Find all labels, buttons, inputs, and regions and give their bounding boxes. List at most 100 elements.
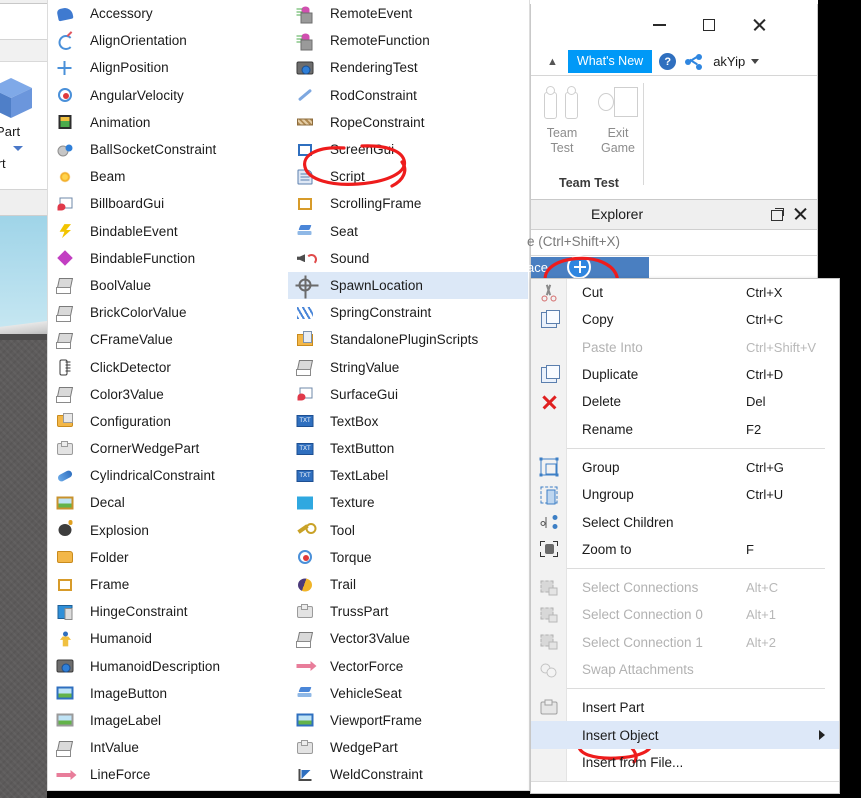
maximize-button[interactable] (689, 12, 729, 38)
object-list-item[interactable]: TrussPart (288, 598, 528, 625)
object-list-item[interactable]: WorldModel (288, 788, 528, 790)
object-list-item[interactable]: LocalScript (48, 788, 288, 790)
object-list-item[interactable]: VectorForce (288, 653, 528, 680)
context-menu-item[interactable]: Duplicate Ctrl+D (531, 361, 839, 388)
context-menu-item[interactable]: Copy Ctrl+C (531, 306, 839, 333)
context-menu-item[interactable]: Cut Ctrl+X (531, 279, 839, 306)
object-list-item[interactable]: HingeConstraint (48, 598, 288, 625)
chevron-down-icon[interactable] (751, 59, 760, 64)
object-list-item[interactable]: Script (288, 163, 528, 190)
object-list-item[interactable]: WeldConstraint (288, 761, 528, 788)
object-list-item[interactable]: AlignOrientation (48, 27, 288, 54)
object-list-item[interactable]: BindableEvent (48, 218, 288, 245)
object-list-item[interactable]: Animation (48, 109, 288, 136)
object-list-item[interactable]: BillboardGui (48, 190, 288, 217)
image-button-icon (54, 684, 76, 702)
context-menu-item[interactable]: Zoom to F (531, 536, 839, 563)
chevron-down-icon[interactable] (13, 146, 23, 151)
object-list-item[interactable]: RopeConstraint (288, 109, 528, 136)
object-list-item[interactable]: ViewportFrame (288, 707, 528, 734)
explorer-selected-row[interactable]: ace (527, 255, 649, 279)
help-circle-icon[interactable]: ? (659, 53, 677, 70)
object-list-item[interactable]: CFrameValue (48, 326, 288, 353)
object-list-item[interactable]: StringValue (288, 353, 528, 380)
close-button[interactable] (739, 12, 779, 38)
object-list-item[interactable]: Trail (288, 571, 528, 598)
minimize-button[interactable] (639, 12, 679, 38)
object-list-item[interactable]: ClickDetector (48, 353, 288, 380)
object-list-item[interactable]: CylindricalConstraint (48, 462, 288, 489)
whats-new-button[interactable]: What's New (567, 49, 653, 74)
object-list-item[interactable]: Tool (288, 517, 528, 544)
object-list-item[interactable]: RodConstraint (288, 82, 528, 109)
context-menu-item[interactable]: Insert Object (531, 721, 839, 749)
vector3-value-icon (294, 630, 316, 648)
team-test-button[interactable]: Team Test (535, 82, 589, 156)
object-list-item[interactable]: ImageButton (48, 680, 288, 707)
object-list-item[interactable]: AlignPosition (48, 54, 288, 81)
object-list-item[interactable]: Color3Value (48, 381, 288, 408)
object-list-item[interactable]: StandalonePluginScripts (288, 326, 528, 353)
object-list-item[interactable]: Beam (48, 163, 288, 190)
object-list-item[interactable]: Torque (288, 544, 528, 571)
object-list-item[interactable]: IntValue (48, 734, 288, 761)
viewport-3d[interactable] (0, 216, 47, 798)
object-list-item[interactable]: Accessory (48, 0, 288, 27)
object-list-item[interactable]: Texture (288, 489, 528, 516)
account-name[interactable]: akYip (713, 54, 745, 69)
remote-function-icon (294, 32, 316, 51)
object-list-item[interactable]: TXT TextBox (288, 408, 528, 435)
object-list-item[interactable]: HumanoidDescription (48, 653, 288, 680)
object-list-item-label: AngularVelocity (90, 87, 184, 103)
object-list-item[interactable]: ScrollingFrame (288, 190, 528, 217)
object-list-item[interactable]: ImageLabel (48, 707, 288, 734)
share-icon[interactable] (685, 54, 703, 70)
context-menu-item[interactable]: Group Ctrl+G (531, 454, 839, 481)
object-list-item[interactable]: BindableFunction (48, 245, 288, 272)
plus-circle-icon[interactable] (567, 255, 591, 279)
context-menu[interactable]: Cut Ctrl+X Copy Ctrl+C Paste Into Ctrl+Shift+… (530, 278, 840, 794)
object-list-item[interactable]: TXT TextButton (288, 435, 528, 462)
object-list-item[interactable]: ScreenGui (288, 136, 528, 163)
object-list-item[interactable]: Humanoid (48, 625, 288, 652)
object-list-item[interactable]: AngularVelocity (48, 82, 288, 109)
object-list-item[interactable]: SpringConstraint (288, 299, 528, 326)
object-list-item-label: Trail (330, 577, 356, 593)
object-list-item[interactable]: Explosion (48, 517, 288, 544)
context-menu-item[interactable]: Rename F2 (531, 415, 839, 442)
insert-part-ribbon-button[interactable]: Part sert (0, 62, 47, 190)
object-list-item[interactable]: BoolValue (48, 272, 288, 299)
object-list-item[interactable]: BrickColorValue (48, 299, 288, 326)
object-list-item[interactable]: Sound (288, 245, 528, 272)
object-list-item[interactable]: Configuration (48, 408, 288, 435)
object-list-item[interactable]: BallSocketConstraint (48, 136, 288, 163)
restore-window-icon[interactable] (771, 208, 784, 221)
object-list-item-label: BallSocketConstraint (90, 142, 217, 158)
object-list-item[interactable]: Decal (48, 489, 288, 516)
object-list-item[interactable]: RenderingTest (288, 54, 528, 81)
object-list-item[interactable]: SurfaceGui (288, 381, 528, 408)
context-menu-item[interactable]: Select Children (531, 508, 839, 535)
chevron-up-icon[interactable]: ▲ (547, 56, 558, 68)
object-list-item[interactable]: RemoteFunction (288, 27, 528, 54)
object-list-item[interactable]: TXT TextLabel (288, 462, 528, 489)
object-list-item[interactable]: Vector3Value (288, 625, 528, 652)
close-icon[interactable] (793, 207, 807, 221)
object-list-item[interactable]: Frame (48, 571, 288, 598)
object-list-item[interactable]: CornerWedgePart (48, 435, 288, 462)
object-list-item[interactable]: Folder (48, 544, 288, 571)
context-menu-item[interactable]: Ungroup Ctrl+U (531, 481, 839, 508)
context-menu-item[interactable]: Insert Part (531, 694, 839, 721)
insert-object-flyout[interactable]: Accessory AlignOrientation AlignPosition An… (47, 0, 530, 791)
explorer-filter-input[interactable]: e (Ctrl+Shift+X) (527, 230, 817, 256)
object-list-item[interactable]: RemoteEvent (288, 0, 528, 27)
object-list-item[interactable]: WedgePart (288, 734, 528, 761)
object-list-item[interactable]: SpawnLocation (288, 271, 528, 300)
object-list-item[interactable]: VehicleSeat (288, 680, 528, 707)
context-menu-item[interactable]: Delete Del (531, 388, 839, 415)
object-list-item[interactable]: LineForce (48, 761, 288, 788)
object-list-item[interactable]: Seat (288, 218, 528, 245)
context-menu-item[interactable]: Insert from File... (531, 749, 839, 776)
exit-game-button[interactable]: Exit Game (591, 82, 645, 156)
object-list-item-label: StringValue (330, 359, 400, 375)
